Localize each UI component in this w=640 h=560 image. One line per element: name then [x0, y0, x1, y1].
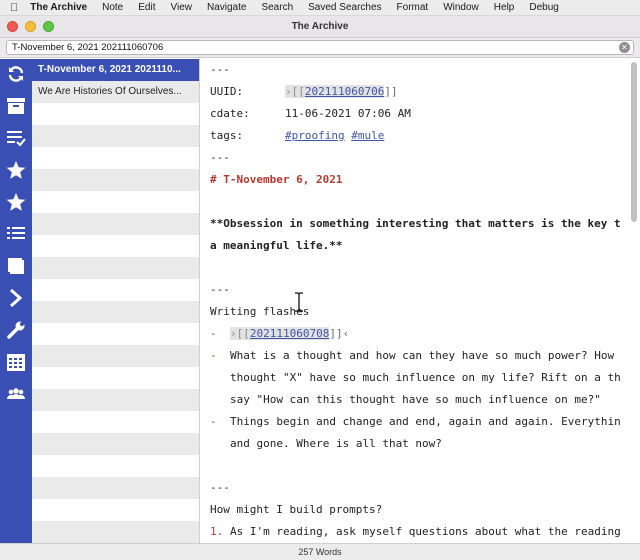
sidebar	[0, 59, 32, 543]
rule-line: ---	[210, 481, 230, 494]
word-count: 257 Words	[298, 547, 342, 557]
editor-scrollbar[interactable]	[631, 62, 637, 222]
menu-window[interactable]: Window	[443, 2, 479, 13]
menu-navigate[interactable]: Navigate	[207, 2, 246, 13]
numbered-text: As I'm reading, ask myself questions abo…	[230, 525, 621, 538]
bullet-text: What is a thought and how can they have …	[230, 349, 615, 362]
tags-line: tags: #proofing #mule	[210, 125, 384, 147]
text-cursor-icon	[295, 292, 303, 312]
bullet-line: - ›[[202111060708]]‹	[210, 323, 349, 345]
apple-menu-icon[interactable]: 	[10, 2, 18, 14]
number-marker: 1.	[210, 525, 224, 538]
cdate-line: cdate: 11-06-2021 07:06 AM	[210, 103, 411, 125]
menu-bar:  The Archive Note Edit View Navigate Se…	[0, 0, 640, 16]
bold-text-line: a meaningful life.**	[210, 239, 343, 252]
numbered-line: 1. As I'm reading, ask myself questions a…	[210, 521, 621, 543]
status-bar: 257 Words	[0, 543, 640, 560]
bullet-continuation: and gone. Where is all that now?	[230, 437, 442, 450]
window-title: The Archive	[291, 21, 349, 32]
menu-edit[interactable]: Edit	[138, 2, 155, 13]
bullet-marker: -	[210, 327, 217, 340]
close-window-button[interactable]	[7, 21, 18, 32]
bullet-link-open: ›[[	[230, 327, 250, 340]
bullet-marker: -	[210, 415, 217, 428]
section-text: How might I build prompts?	[210, 503, 383, 516]
menu-search[interactable]: Search	[261, 2, 293, 13]
archive-box-icon[interactable]	[5, 95, 27, 117]
rule-line: ---	[210, 63, 230, 76]
omnibar-input[interactable]: T-November 6, 2021 202111060706 ✕	[6, 40, 634, 55]
bullet-link-close: ]]‹	[329, 327, 350, 340]
bullet-line: - What is a thought and how can they have…	[210, 345, 614, 367]
menu-help[interactable]: Help	[494, 2, 515, 13]
book-icon[interactable]	[5, 255, 27, 277]
list-item-selected[interactable]: T-November 6, 2021 2021110...	[32, 59, 199, 81]
menu-app[interactable]: The Archive	[30, 2, 87, 13]
cdate-value: 11-06-2021 07:06 AM	[285, 107, 411, 120]
calendar-icon[interactable]	[5, 351, 27, 373]
uuid-line: UUID: ›[[202111060706]]	[210, 81, 398, 103]
bold-text-line: **Obsession in something interesting tha…	[210, 217, 621, 230]
bullet-text: Things begin and change and end, again a…	[230, 415, 621, 428]
people-icon[interactable]	[5, 383, 27, 405]
omnibar-row: T-November 6, 2021 202111060706 ✕	[0, 38, 640, 58]
list-icon[interactable]	[5, 223, 27, 245]
rule-line: ---	[210, 151, 230, 164]
tag-mule[interactable]: #mule	[351, 129, 384, 142]
uuid-link-open: ›[[	[285, 85, 305, 98]
list-item[interactable]: We Are Histories Of Ourselves...	[32, 81, 199, 103]
chevron-right-icon[interactable]	[5, 287, 27, 309]
bullet-continuation: thought "X" have so much influence on my…	[230, 371, 621, 384]
rule-line: ---	[210, 283, 230, 296]
note-editor[interactable]: --- UUID: ›[[202111060706]] cdate: 11-06-2…	[201, 59, 640, 543]
note-heading: # T-November 6, 2021	[210, 173, 343, 186]
wrench-icon[interactable]	[5, 319, 27, 341]
note-list: T-November 6, 2021 2021110... We Are His…	[32, 59, 200, 543]
bullet-marker: -	[210, 349, 217, 362]
uuid-link[interactable]: 202111060706	[304, 85, 385, 98]
zoom-window-button[interactable]	[43, 21, 54, 32]
omnibar-text: T-November 6, 2021 202111060706	[12, 42, 164, 53]
uuid-key: UUID:	[210, 85, 244, 98]
sync-icon[interactable]	[5, 63, 27, 85]
bullet-line: - Things begin and change and end, again …	[210, 411, 621, 433]
menu-format[interactable]: Format	[397, 2, 429, 13]
star-icon[interactable]	[5, 191, 27, 213]
star-icon[interactable]	[5, 159, 27, 181]
tags-key: tags:	[210, 129, 244, 142]
menu-note[interactable]: Note	[102, 2, 123, 13]
bullet-link[interactable]: 202111060708	[249, 327, 330, 340]
menu-saved-searches[interactable]: Saved Searches	[308, 2, 381, 13]
clear-search-icon[interactable]: ✕	[619, 42, 630, 53]
bullet-continuation: say "How can this thought have so much i…	[230, 393, 601, 406]
menu-debug[interactable]: Debug	[529, 2, 558, 13]
tag-proofing[interactable]: #proofing	[285, 129, 345, 142]
minimize-window-button[interactable]	[25, 21, 36, 32]
uuid-link-close: ]]	[384, 85, 398, 98]
checklist-icon[interactable]	[5, 127, 27, 149]
cdate-key: cdate:	[210, 107, 250, 120]
menu-view[interactable]: View	[170, 2, 192, 13]
title-bar: The Archive	[0, 16, 640, 38]
window-controls	[7, 21, 54, 32]
